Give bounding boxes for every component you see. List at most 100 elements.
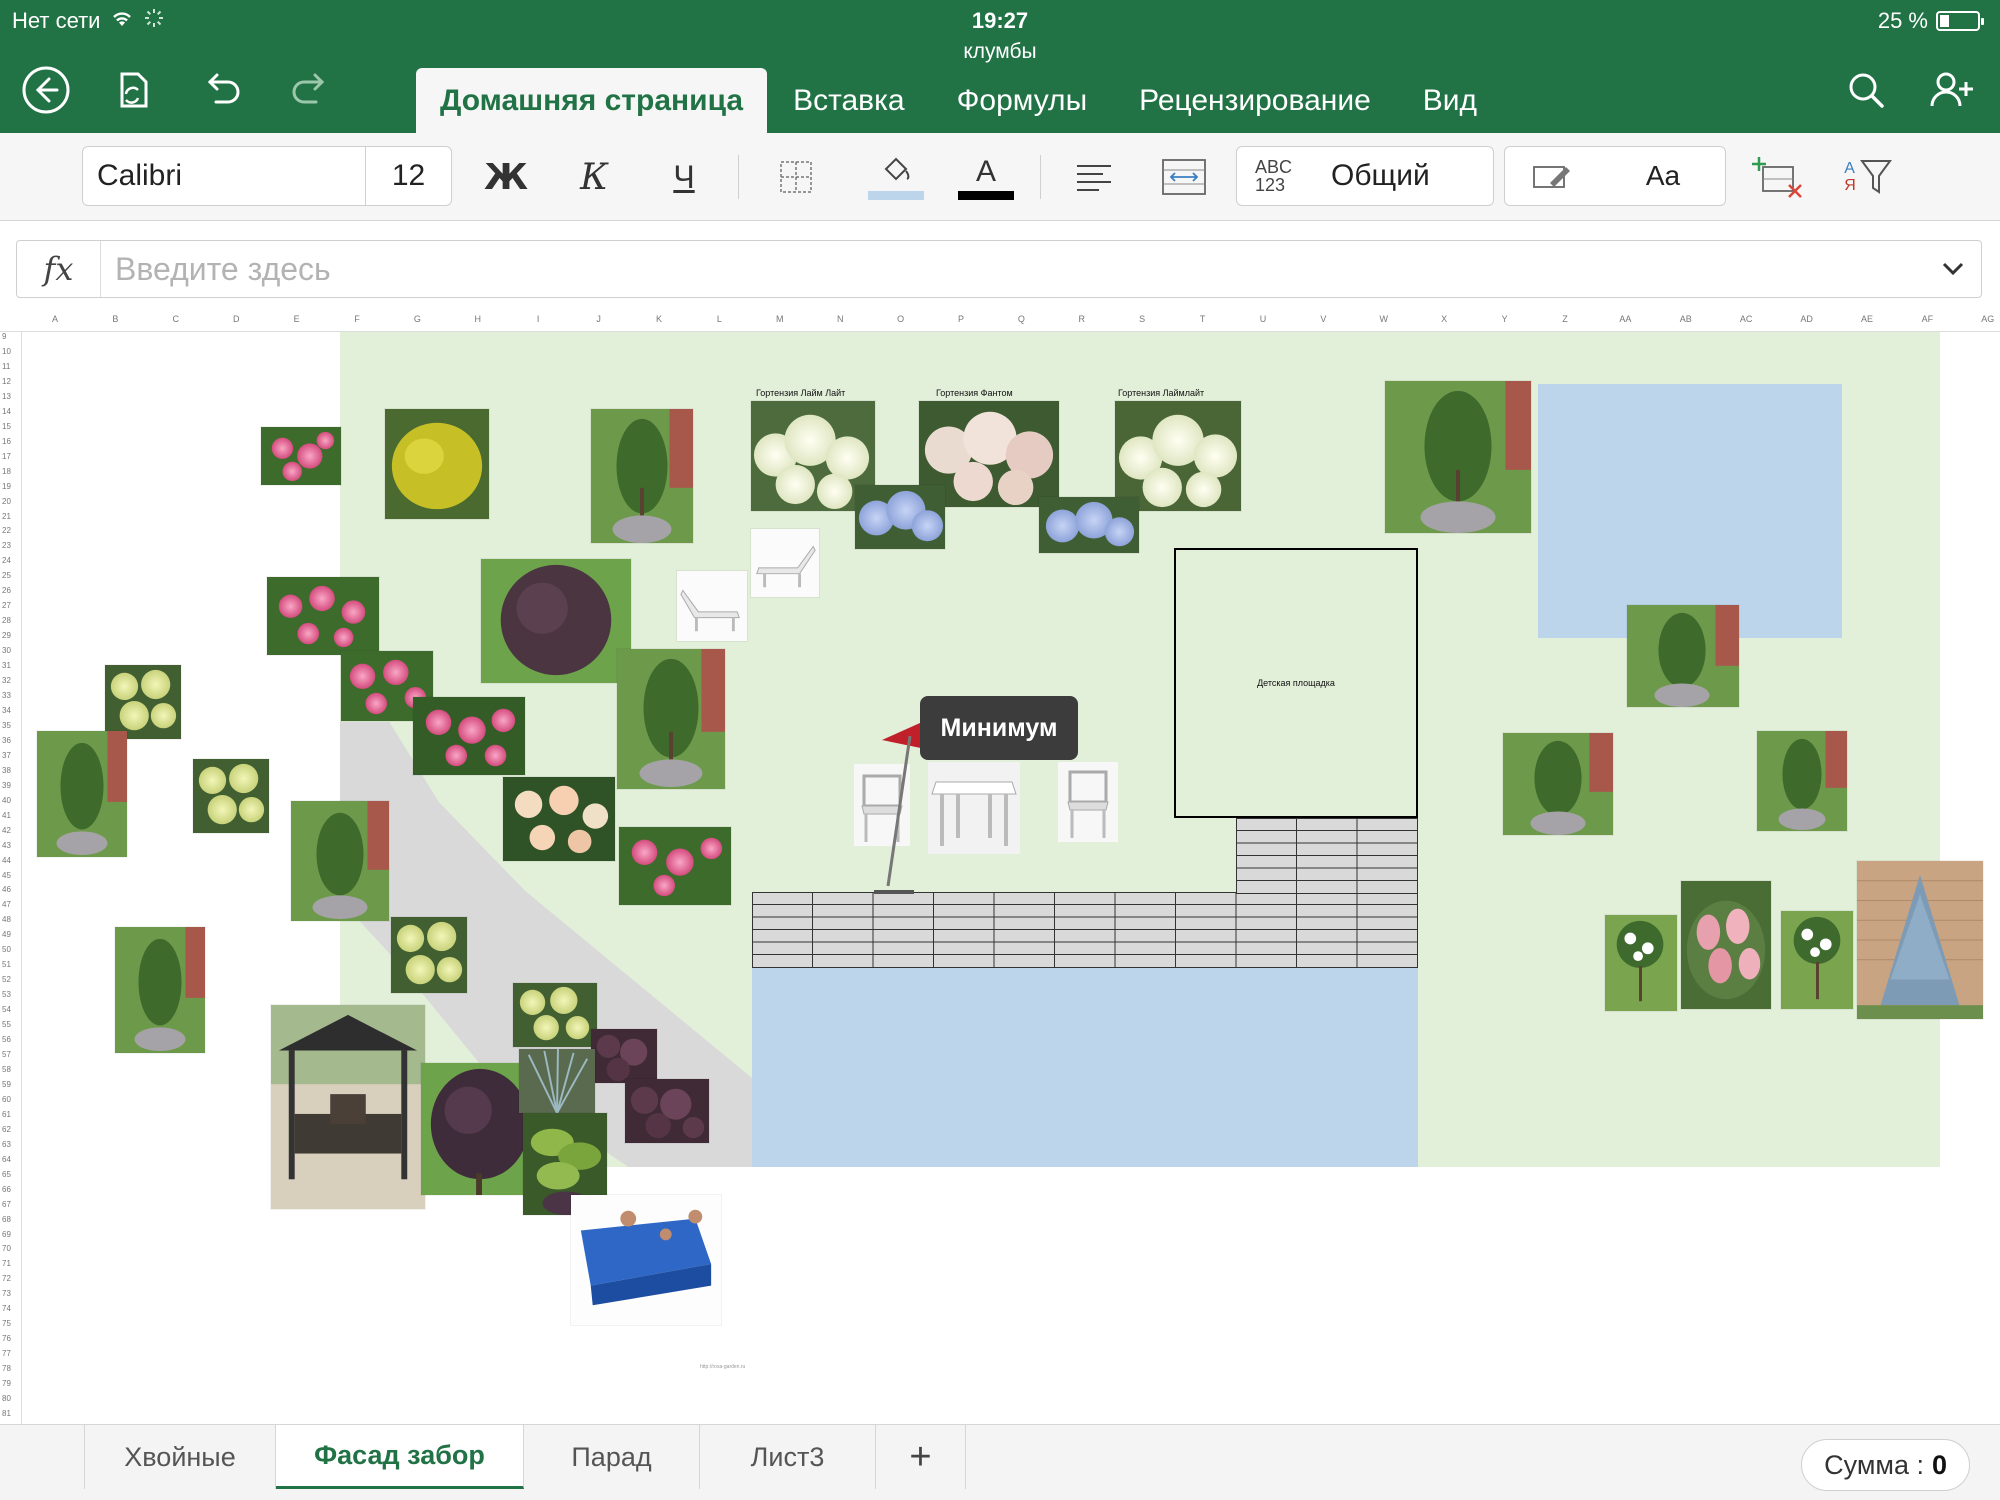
column-header[interactable]: K <box>639 314 679 324</box>
row-header[interactable]: 22 <box>2 526 11 535</box>
column-header[interactable]: M <box>760 314 800 324</box>
hydrangea-blue-photo-2[interactable] <box>1038 496 1140 554</box>
row-header[interactable]: 20 <box>2 497 11 506</box>
young-tree-photo[interactable] <box>1502 732 1614 836</box>
garden-chair-photo[interactable] <box>1058 762 1118 842</box>
column-header[interactable]: B <box>95 314 135 324</box>
row-header[interactable]: 27 <box>2 601 11 610</box>
row-header[interactable]: 18 <box>2 467 11 476</box>
row-header[interactable]: 62 <box>2 1125 11 1134</box>
tab-home[interactable]: Домашняя страница <box>416 68 768 133</box>
file-menu-button[interactable] <box>104 62 160 118</box>
column-header[interactable]: R <box>1062 314 1102 324</box>
column-header[interactable]: C <box>156 314 196 324</box>
bold-button[interactable]: Ж <box>474 147 538 207</box>
column-header[interactable]: AC <box>1726 314 1766 324</box>
column-headers[interactable]: A B C D E F G H I J K L M N O P Q R S T U V W X Y Z AA AB AC AD AE AF AG <box>0 310 2000 332</box>
column-header[interactable]: AA <box>1605 314 1645 324</box>
standard-hydrangea-tree-photo[interactable] <box>1780 910 1854 1010</box>
wrap-text-button[interactable] <box>1152 147 1216 207</box>
row-header[interactable]: 51 <box>2 960 11 969</box>
row-header[interactable]: 34 <box>2 706 11 715</box>
young-tree-photo[interactable] <box>1384 380 1532 534</box>
pool-photo[interactable] <box>570 1194 722 1326</box>
row-header[interactable]: 56 <box>2 1035 11 1044</box>
column-header[interactable]: V <box>1303 314 1343 324</box>
row-header[interactable]: 41 <box>2 811 11 820</box>
young-tree-photo[interactable] <box>590 408 694 544</box>
row-headers[interactable]: 9 10 11 12 13 14 15 16 17 18 19 20 21 22 23 24 25 26 27 28 2… <box>0 332 22 1424</box>
cell-styles-picker[interactable]: Aa <box>1504 146 1726 206</box>
column-header[interactable]: D <box>216 314 256 324</box>
sheet-tab-parade[interactable]: Парад <box>524 1425 700 1489</box>
row-header[interactable]: 71 <box>2 1259 11 1268</box>
sun-lounger-photo[interactable] <box>676 570 748 642</box>
sheet-tab-conifers[interactable]: Хвойные <box>84 1425 276 1489</box>
align-button[interactable] <box>1062 147 1126 207</box>
row-header[interactable]: 37 <box>2 751 11 760</box>
column-header[interactable]: T <box>1183 314 1223 324</box>
row-header[interactable]: 21 <box>2 512 11 521</box>
row-header[interactable]: 48 <box>2 915 11 924</box>
column-header[interactable]: Q <box>1001 314 1041 324</box>
back-button[interactable] <box>18 62 74 118</box>
row-header[interactable]: 9 <box>2 332 6 341</box>
font-size-field[interactable]: 12 <box>366 159 451 193</box>
row-header[interactable]: 40 <box>2 796 11 805</box>
hydrangea-annabelle-photo[interactable] <box>512 982 598 1048</box>
young-tree-photo[interactable] <box>1756 730 1848 832</box>
row-header[interactable]: 39 <box>2 781 11 790</box>
row-header[interactable]: 35 <box>2 721 11 730</box>
column-header[interactable]: E <box>277 314 317 324</box>
column-header[interactable]: Z <box>1545 314 1585 324</box>
tab-review[interactable]: Рецензирование <box>1113 68 1397 133</box>
row-header[interactable]: 29 <box>2 631 11 640</box>
blue-spruce-photo[interactable] <box>1856 860 1984 1020</box>
row-header[interactable]: 16 <box>2 437 11 446</box>
column-header[interactable]: N <box>820 314 860 324</box>
row-header[interactable]: 19 <box>2 482 11 491</box>
font-name-field[interactable]: Calibri <box>83 159 365 193</box>
column-header[interactable]: S <box>1122 314 1162 324</box>
row-header[interactable]: 11 <box>2 362 10 371</box>
row-header[interactable]: 69 <box>2 1230 11 1239</box>
share-button[interactable] <box>1924 62 1980 118</box>
purple-shrub-photo[interactable] <box>480 558 632 684</box>
row-header[interactable]: 81 <box>2 1409 11 1418</box>
row-header[interactable]: 30 <box>2 646 11 655</box>
column-header[interactable]: AE <box>1847 314 1887 324</box>
row-header[interactable]: 78 <box>2 1364 11 1373</box>
row-header[interactable]: 14 <box>2 407 11 416</box>
young-tree-photo[interactable] <box>616 648 726 790</box>
hydrangea-annabelle-photo[interactable] <box>104 664 182 740</box>
row-header[interactable]: 73 <box>2 1289 11 1298</box>
row-header[interactable]: 28 <box>2 616 11 625</box>
row-header[interactable]: 10 <box>2 347 11 356</box>
column-header[interactable]: O <box>881 314 921 324</box>
row-header[interactable]: 31 <box>2 661 11 670</box>
row-header[interactable]: 44 <box>2 856 11 865</box>
sort-filter-button[interactable]: A Я <box>1836 147 1900 207</box>
column-header[interactable]: G <box>397 314 437 324</box>
redo-button[interactable] <box>282 62 338 118</box>
row-header[interactable]: 79 <box>2 1379 11 1388</box>
pink-rose-bush-photo[interactable] <box>266 576 380 656</box>
row-header[interactable]: 76 <box>2 1334 11 1343</box>
row-header[interactable]: 59 <box>2 1080 11 1089</box>
column-header[interactable]: X <box>1424 314 1464 324</box>
column-header[interactable]: F <box>337 314 377 324</box>
row-header[interactable]: 65 <box>2 1170 11 1179</box>
borders-button[interactable] <box>764 147 828 207</box>
row-header[interactable]: 60 <box>2 1095 11 1104</box>
column-header[interactable]: A <box>35 314 75 324</box>
column-header[interactable]: AG <box>1968 314 2000 324</box>
row-header[interactable]: 68 <box>2 1215 11 1224</box>
standard-hydrangea-tree-photo[interactable] <box>1604 914 1678 1012</box>
sum-indicator[interactable]: Сумма : 0 <box>1801 1439 1970 1491</box>
row-header[interactable]: 17 <box>2 452 11 461</box>
fx-button[interactable]: fx <box>17 241 101 297</box>
golden-shrub-photo[interactable] <box>384 408 490 520</box>
sun-lounger-photo[interactable] <box>750 528 820 598</box>
column-header[interactable]: I <box>518 314 558 324</box>
row-header[interactable]: 46 <box>2 885 11 894</box>
